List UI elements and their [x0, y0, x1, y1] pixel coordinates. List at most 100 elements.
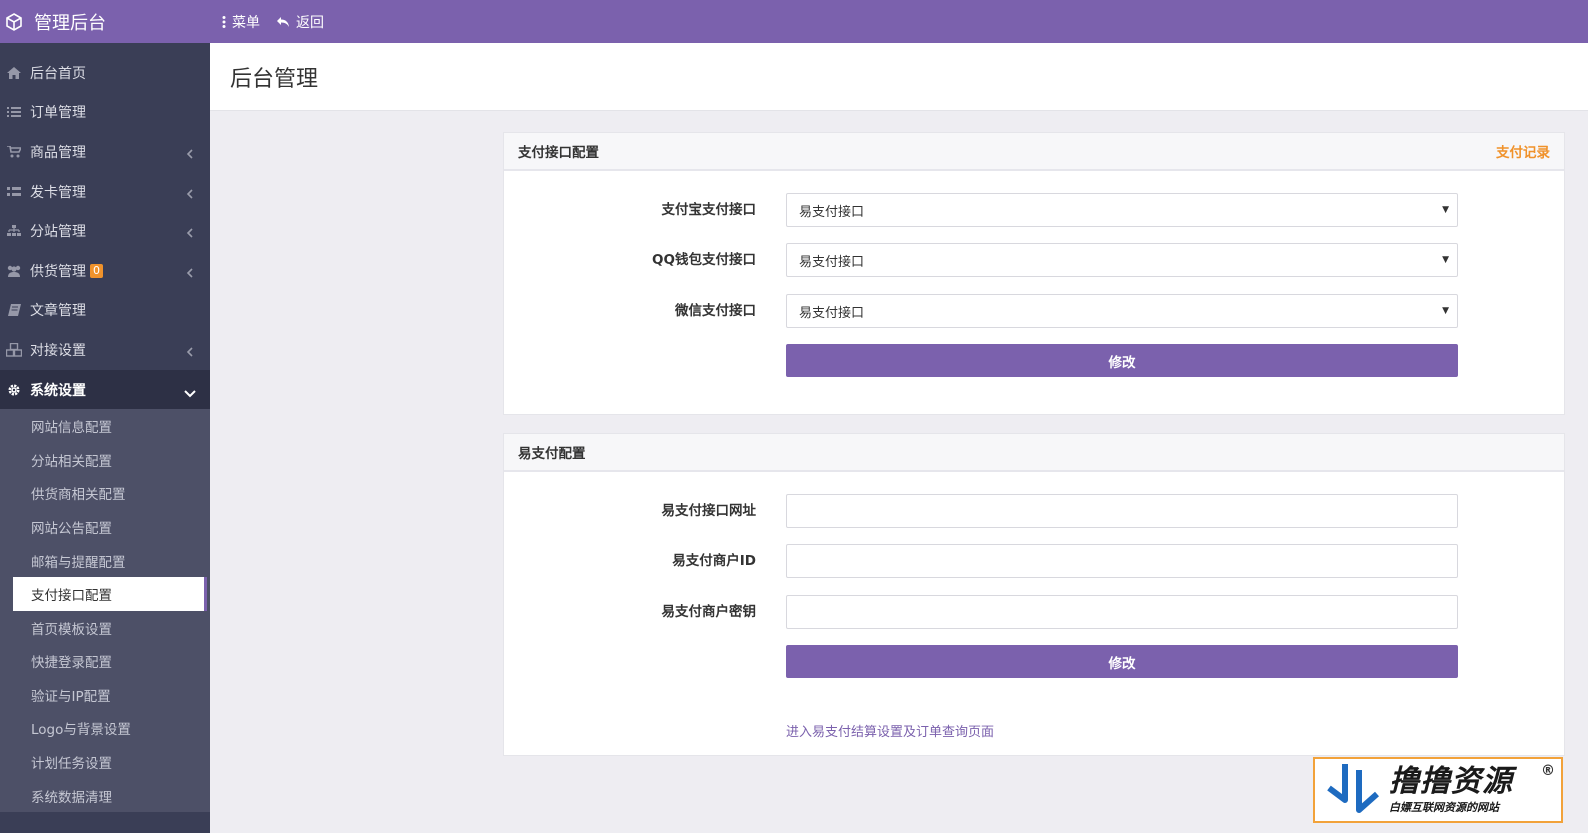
epay-merchant-id-label: 易支付商户ID [672, 553, 756, 569]
page-title: 后台管理 [230, 66, 319, 92]
chevron-left-icon [186, 226, 196, 238]
chevron-down-icon [184, 386, 196, 397]
home-icon [6, 65, 22, 81]
panel-title: 易支付配置 [518, 446, 586, 462]
top-nav: 菜单 返回 [222, 0, 324, 43]
sidebar-item-label: 对接设置 [30, 342, 86, 359]
epay-submit-button[interactable]: 修改 [786, 645, 1458, 678]
logo-mark-icon [1323, 760, 1383, 820]
cart-icon [6, 144, 22, 160]
panel-header: 支付接口配置 支付记录 [504, 133, 1564, 171]
sitemap-icon [6, 223, 22, 239]
form-row-epay-key: 易支付商户密钥 [504, 595, 1564, 629]
alipay-interface-select[interactable]: 易支付接口 ▼ [786, 193, 1458, 227]
users-icon [6, 263, 22, 279]
sidebar-item-orders[interactable]: 订单管理 [0, 93, 210, 133]
form-row-epay-id: 易支付商户ID [504, 544, 1564, 578]
payment-records-link[interactable]: 支付记录 [1496, 141, 1550, 161]
grid-icon [6, 184, 22, 200]
epay-merchant-key-label: 易支付商户密钥 [661, 604, 757, 620]
watermark-logo: 撸撸资源 白嫖互联网资源的网站 ® [1313, 757, 1563, 823]
back-label: 返回 [296, 14, 324, 31]
epay-config-panel: 易支付配置 易支付接口网址 易支付商户ID 易支付商户密钥 修改 进入易支付结算… [503, 433, 1565, 756]
watermark-text: 撸撸资源 白嫖互联网资源的网站 [1389, 765, 1513, 815]
chevron-left-icon [186, 266, 196, 278]
qqpay-interface-label: QQ钱包支付接口 [652, 252, 756, 268]
submenu-item-substation-config[interactable]: 分站相关配置 [0, 443, 210, 477]
sidebar-item-label: 系统设置 [30, 382, 86, 399]
epay-url-label: 易支付接口网址 [661, 503, 757, 519]
form-row-alipay: 支付宝支付接口 易支付接口 ▼ [504, 193, 1564, 227]
back-button[interactable]: 返回 [276, 12, 324, 32]
registered-mark: ® [1541, 763, 1555, 779]
submenu-item-quick-login[interactable]: 快捷登录配置 [0, 645, 210, 679]
select-value: 易支付接口 [799, 204, 865, 220]
book-icon [6, 302, 22, 318]
supply-count-badge: 0 [90, 263, 103, 278]
top-navbar: 管理后台 菜单 返回 [0, 0, 1588, 43]
submenu-item-announcement[interactable]: 网站公告配置 [0, 510, 210, 544]
brand[interactable]: 管理后台 [0, 0, 210, 43]
submenu-item-supplier-config[interactable]: 供货商相关配置 [0, 477, 210, 511]
reply-icon [276, 16, 290, 28]
sidebar-item-substations[interactable]: 分站管理 [0, 211, 210, 251]
select-value: 易支付接口 [799, 305, 865, 321]
watermark-title: 撸撸资源 [1389, 764, 1513, 799]
qqpay-interface-select[interactable]: 易支付接口 ▼ [786, 243, 1458, 277]
ellipsis-vertical-icon [222, 15, 226, 28]
sidebar-item-label: 后台首页 [30, 65, 86, 82]
sidebar-item-integration[interactable]: 对接设置 [0, 330, 210, 370]
form-row-wxpay: 微信支付接口 易支付接口 ▼ [504, 294, 1564, 328]
submenu-item-site-info[interactable]: 网站信息配置 [0, 409, 210, 443]
chevron-left-icon [186, 147, 196, 159]
submenu-item-payment-config[interactable]: 支付接口配置 [13, 577, 207, 611]
sidebar-item-label: 商品管理 [30, 144, 86, 161]
submenu-item-logo-background[interactable]: Logo与背景设置 [0, 712, 210, 746]
caret-down-icon: ▼ [1442, 306, 1449, 316]
menu-toggle-label: 菜单 [232, 14, 260, 31]
payment-config-panel: 支付接口配置 支付记录 支付宝支付接口 易支付接口 ▼ QQ钱包支付接口 易支付… [503, 132, 1565, 415]
caret-down-icon: ▼ [1442, 205, 1449, 215]
chevron-left-icon [186, 187, 196, 199]
menu-toggle-button[interactable]: 菜单 [222, 12, 260, 32]
epay-url-input[interactable] [786, 494, 1458, 528]
payment-submit-button[interactable]: 修改 [786, 344, 1458, 377]
submenu-item-verify-ip[interactable]: 验证与IP配置 [0, 678, 210, 712]
form-row-qqpay: QQ钱包支付接口 易支付接口 ▼ [504, 243, 1564, 277]
cube-icon [4, 12, 24, 32]
gear-icon [6, 382, 22, 398]
wxpay-interface-label: 微信支付接口 [675, 303, 756, 319]
epay-settlement-link[interactable]: 进入易支付结算设置及订单查询页面 [786, 721, 994, 740]
sidebar-item-label: 订单管理 [30, 105, 86, 122]
epay-merchant-id-input[interactable] [786, 544, 1458, 578]
wxpay-interface-select[interactable]: 易支付接口 ▼ [786, 294, 1458, 328]
caret-down-icon: ▼ [1442, 255, 1449, 265]
sidebar-item-supply[interactable]: 供货管理 0 [0, 251, 210, 291]
submenu-item-data-cleanup[interactable]: 系统数据清理 [0, 779, 210, 813]
alipay-interface-label: 支付宝支付接口 [661, 202, 757, 218]
select-value: 易支付接口 [799, 254, 865, 270]
submenu-item-mail-alerts[interactable]: 邮箱与提醒配置 [0, 544, 210, 578]
watermark-subtitle: 白嫖互联网资源的网站 [1389, 801, 1499, 814]
panel-title: 支付接口配置 [518, 145, 599, 161]
sidebar-item-home[interactable]: 后台首页 [0, 53, 210, 93]
sidebar-item-label: 发卡管理 [30, 184, 86, 201]
brand-title: 管理后台 [34, 12, 106, 34]
submenu-item-homepage-template[interactable]: 首页模板设置 [0, 611, 210, 645]
sidebar-item-cards[interactable]: 发卡管理 [0, 172, 210, 212]
sidebar-item-articles[interactable]: 文章管理 [0, 291, 210, 331]
sidebar: 后台首页 订单管理 商品管理 发卡管理 分站管理 供货管理 0 文章管理 对接设… [0, 43, 210, 833]
system-settings-submenu: 网站信息配置 分站相关配置 供货商相关配置 网站公告配置 邮箱与提醒配置 支付接… [0, 409, 210, 813]
sidebar-item-products[interactable]: 商品管理 [0, 132, 210, 172]
form-row-epay-url: 易支付接口网址 [504, 494, 1564, 528]
sidebar-item-label: 文章管理 [30, 303, 86, 320]
sidebar-item-system-settings[interactable]: 系统设置 [0, 369, 210, 410]
chevron-left-icon [186, 345, 196, 357]
submenu-item-scheduled-tasks[interactable]: 计划任务设置 [0, 745, 210, 779]
page-header: 后台管理 [210, 43, 1588, 111]
sidebar-item-label: 供货管理 [30, 263, 86, 280]
sidebar-item-label: 分站管理 [30, 224, 86, 241]
epay-merchant-key-input[interactable] [786, 595, 1458, 629]
list-icon [6, 104, 22, 120]
cubes-icon [6, 342, 22, 358]
